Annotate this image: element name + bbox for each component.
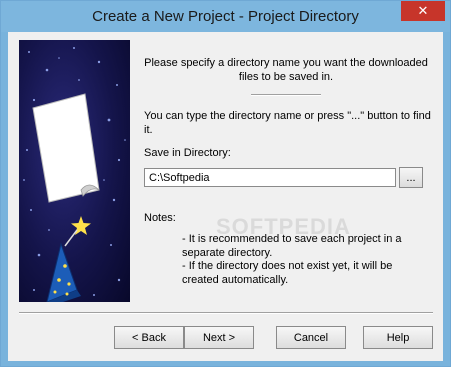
title-bar: Create a New Project - Project Directory… [1,1,450,32]
back-button[interactable]: < Back [114,326,184,349]
save-directory-label: Save in Directory: [144,147,231,159]
softpedia-watermark: SOFTPEDIA [216,214,351,239]
help-button[interactable]: Help [363,326,433,349]
intro-text: Please specify a directory name you want… [144,57,428,83]
wizard-hat-icon [46,242,81,302]
button-separator [19,312,433,314]
close-icon: ✕ [417,3,429,18]
document-icon [32,93,100,203]
dialog-client: Please specify a directory name you want… [8,32,443,361]
wizard-illustration [19,40,130,302]
cancel-button[interactable]: Cancel [276,326,346,349]
note-item: - If the directory does not exist yet, i… [182,260,393,286]
next-button[interactable]: Next > [184,326,254,349]
notes-label: Notes: [144,212,176,224]
star-icon [64,216,91,247]
window-title: Create a New Project - Project Directory [92,8,359,25]
wizard-hat-document-illustration [23,47,126,302]
directory-input[interactable] [144,168,396,187]
hint-text: You can type the directory name or press… [144,110,431,136]
dialog-window: Create a New Project - Project Directory… [0,0,451,367]
content-panel: Please specify a directory name you want… [136,32,436,312]
content-separator [251,94,321,96]
browse-button[interactable]: ... [399,167,423,188]
close-button[interactable]: ✕ [401,1,445,21]
